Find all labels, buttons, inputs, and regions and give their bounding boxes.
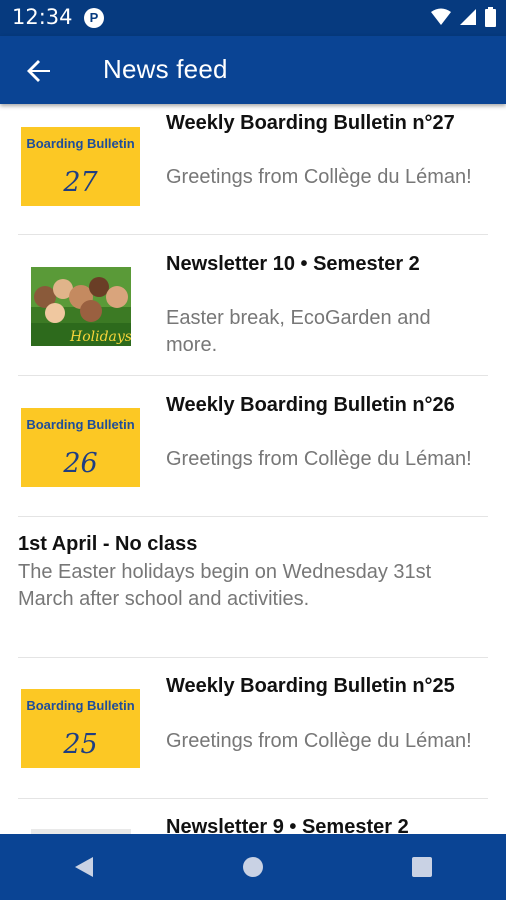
feed-item-newsletter-10[interactable]: Holidays Newsletter 10 • Semester 2 East… bbox=[0, 235, 506, 375]
notice-description: The Easter holidays begin on Wednesday 3… bbox=[18, 561, 432, 610]
bulletin-thumbnail: Boarding Bulletin 25 bbox=[21, 689, 140, 768]
wifi-icon bbox=[431, 8, 451, 25]
item-title: Weekly Boarding Bulletin n°26 bbox=[166, 394, 455, 416]
page-title: News feed bbox=[103, 54, 228, 84]
circle-home-icon bbox=[242, 857, 263, 877]
bulletin-thumbnail: Boarding Bulletin 26 bbox=[21, 408, 140, 487]
newsletter-photo-thumbnail: Holidays bbox=[31, 267, 131, 346]
news-feed-list[interactable]: Boarding Bulletin 27 Weekly Boarding Bul… bbox=[0, 104, 506, 834]
children-photo: Holidays bbox=[31, 267, 131, 346]
status-bar: 12:34 P bbox=[0, 0, 506, 36]
thumbnail-title: Boarding Bulletin bbox=[26, 698, 135, 713]
app-notification-icon: P bbox=[84, 8, 104, 28]
bulletin-thumbnail: Boarding Bulletin 27 bbox=[21, 127, 140, 206]
thumbnail-title: Boarding Bulletin bbox=[26, 417, 135, 432]
item-description: Greetings from Collège du Léman! bbox=[166, 730, 472, 752]
photo-caption: Holidays bbox=[69, 329, 131, 345]
item-title: Weekly Boarding Bulletin n°25 bbox=[166, 675, 455, 697]
item-description: Greetings from Collège du Léman! bbox=[166, 166, 472, 188]
item-title: Newsletter 10 • Semester 2 bbox=[166, 253, 420, 275]
thumbnail-number: 26 bbox=[63, 448, 98, 479]
battery-icon bbox=[485, 7, 496, 27]
signal-icon bbox=[460, 9, 476, 25]
arrow-back-icon bbox=[27, 60, 50, 82]
nav-recents-button[interactable] bbox=[392, 842, 452, 892]
item-title: Newsletter 9 • Semester 2 bbox=[166, 816, 409, 834]
feed-item-bulletin-26[interactable]: Boarding Bulletin 26 Weekly Boarding Bul… bbox=[0, 376, 506, 516]
back-button[interactable] bbox=[22, 54, 56, 88]
thumbnail-number: 25 bbox=[63, 729, 98, 760]
triangle-back-icon bbox=[75, 857, 94, 877]
item-description: Easter break, EcoGarden and more. bbox=[166, 307, 431, 356]
app-bar: News feed bbox=[0, 36, 506, 104]
nav-home-button[interactable] bbox=[223, 842, 283, 892]
thumbnail-number: 27 bbox=[63, 167, 98, 198]
feed-item-notice[interactable]: 1st April - No class The Easter holidays… bbox=[0, 517, 506, 657]
notice-title: 1st April - No class bbox=[18, 533, 198, 555]
item-description: Greetings from Collège du Léman! bbox=[166, 448, 472, 470]
thumbnail-title: Boarding Bulletin bbox=[26, 136, 135, 151]
status-icons bbox=[431, 7, 496, 27]
status-time: 12:34 bbox=[12, 5, 73, 29]
square-recents-icon bbox=[411, 857, 432, 877]
nav-back-button[interactable] bbox=[54, 842, 114, 892]
feed-item-newsletter-9[interactable]: Newsletter 9 • Semester 2 bbox=[0, 799, 506, 834]
item-title: Weekly Boarding Bulletin n°27 bbox=[166, 112, 455, 134]
feed-item-bulletin-27[interactable]: Boarding Bulletin 27 Weekly Boarding Bul… bbox=[0, 104, 506, 234]
feed-item-bulletin-25[interactable]: Boarding Bulletin 25 Weekly Boarding Bul… bbox=[0, 658, 506, 798]
system-nav-bar bbox=[0, 834, 506, 900]
